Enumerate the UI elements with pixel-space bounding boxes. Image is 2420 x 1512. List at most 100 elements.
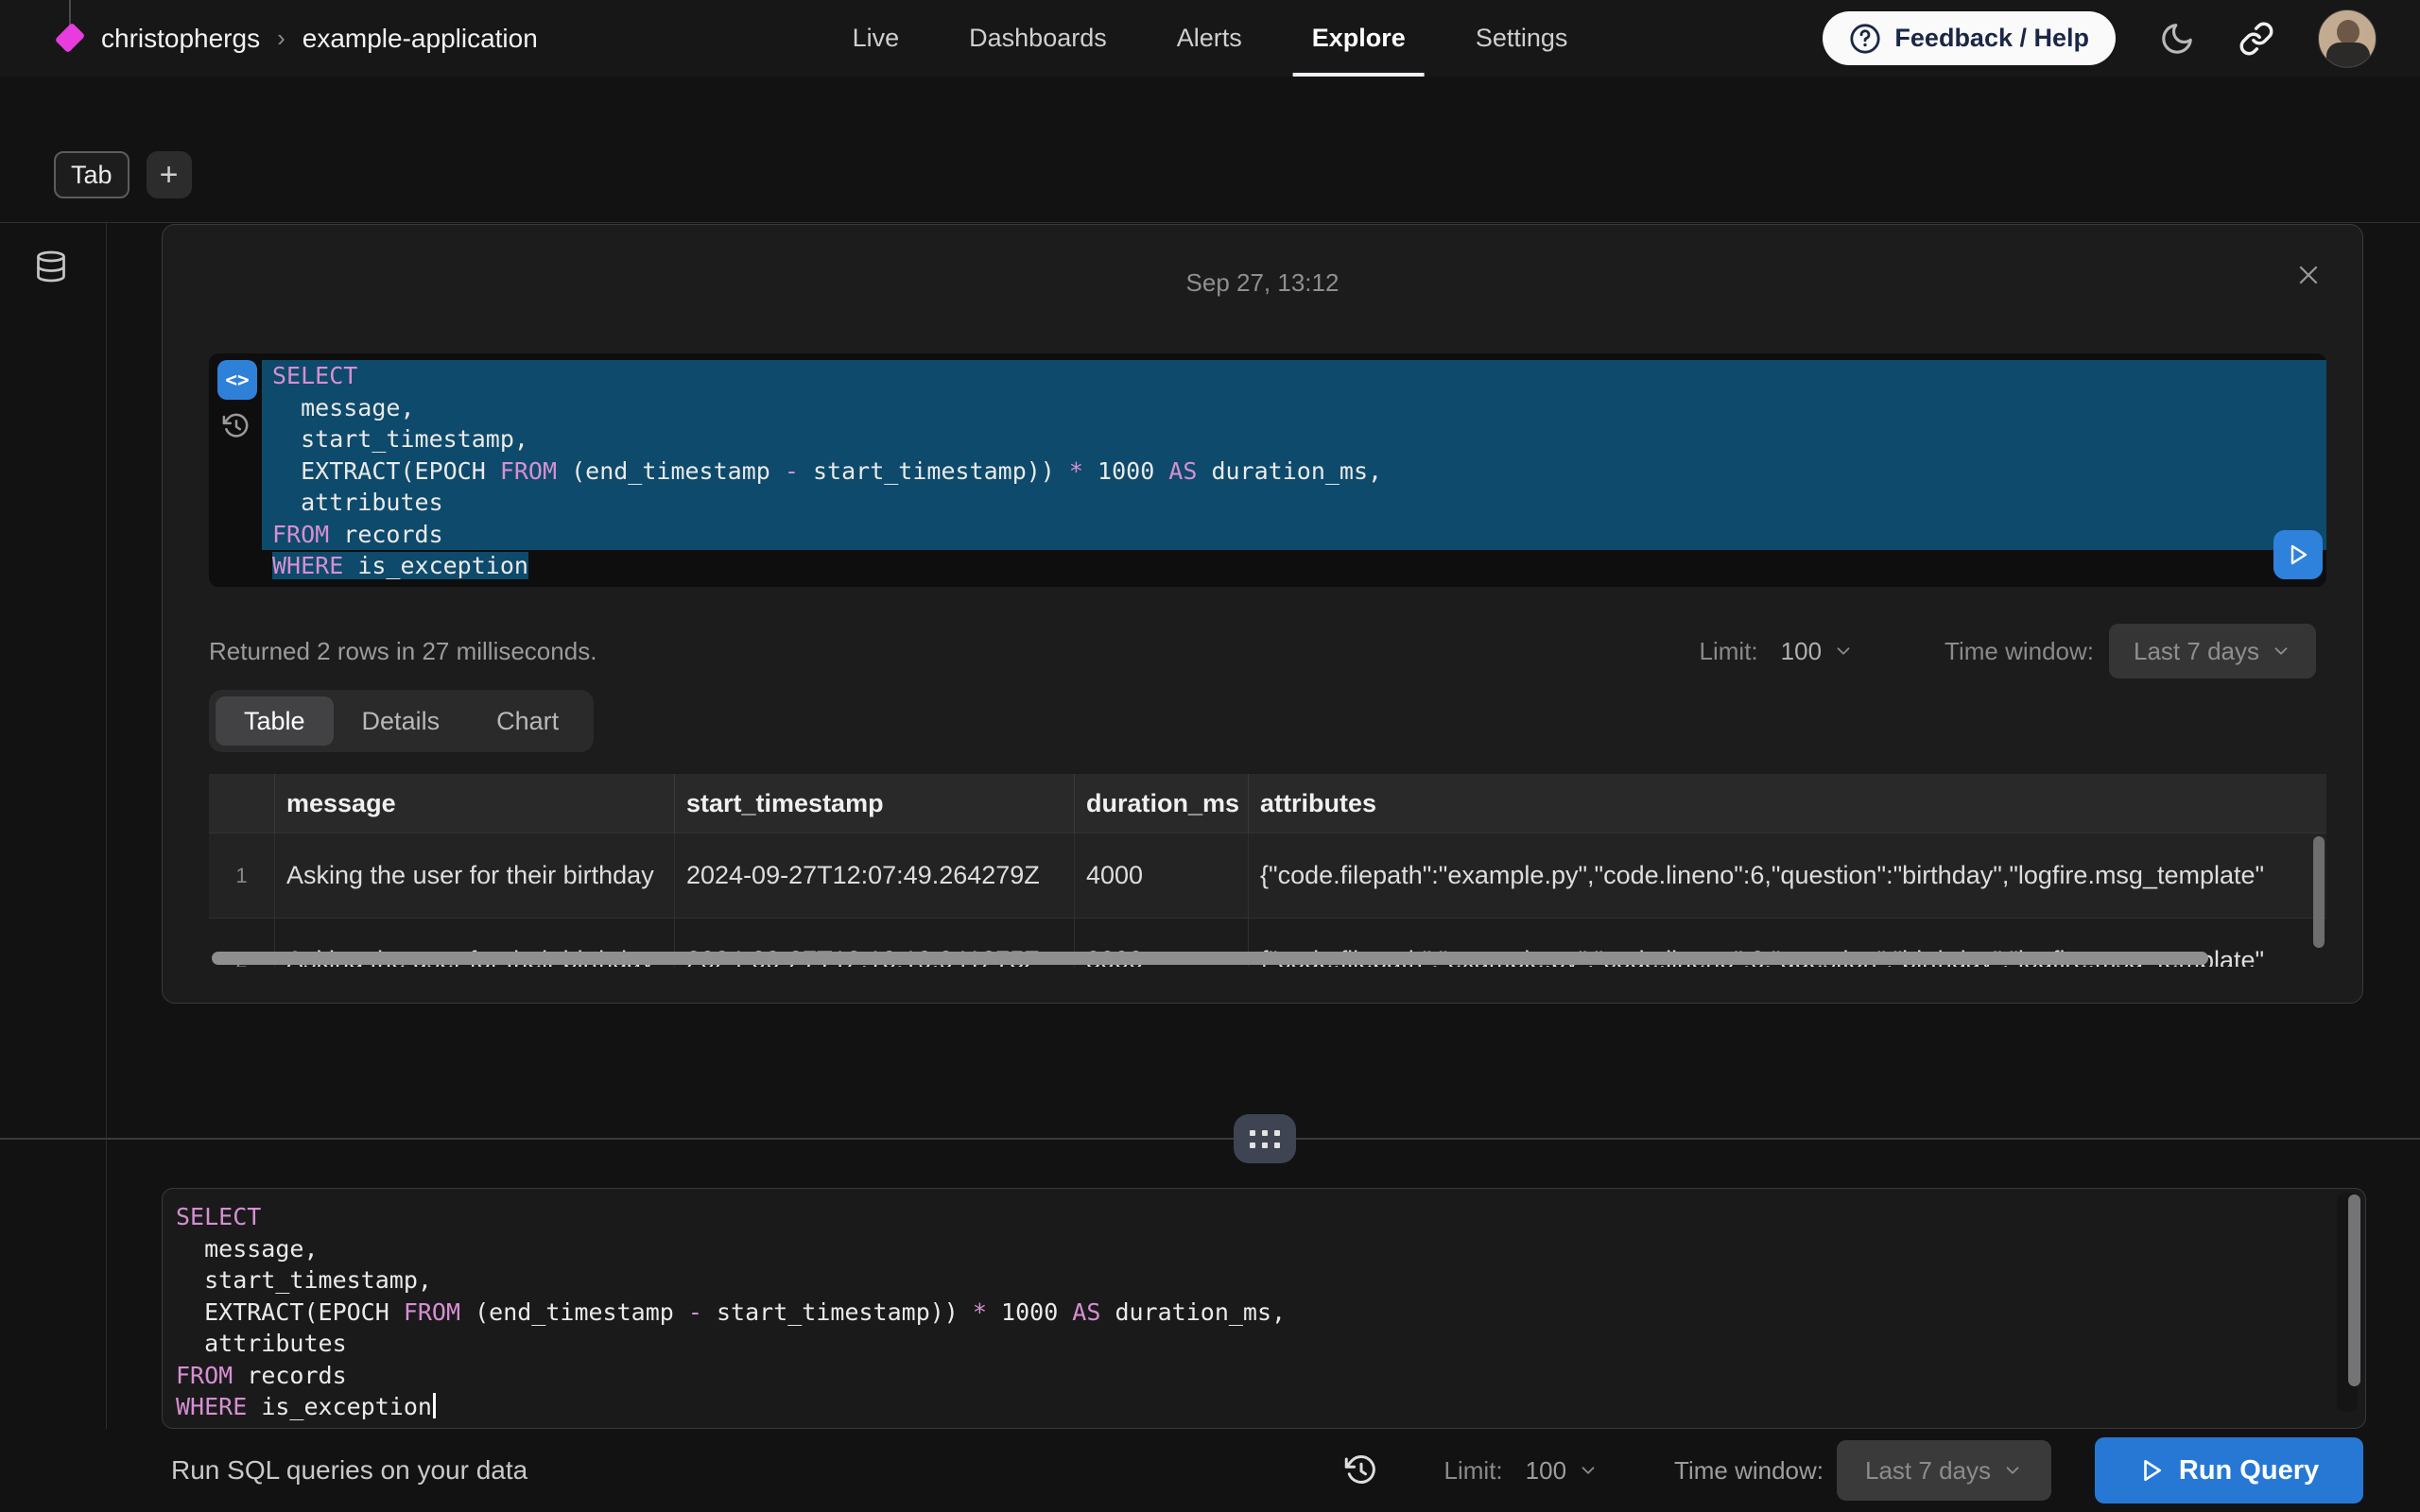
- table-vertical-scrollbar[interactable]: [2313, 836, 2325, 948]
- run-query-button[interactable]: Run Query: [2095, 1437, 2363, 1503]
- sql-line: SELECT: [262, 360, 2326, 392]
- panel-divider: [0, 1138, 2420, 1140]
- sql-line: attributes: [163, 1328, 2365, 1360]
- sql-line: FROM records: [262, 519, 2326, 551]
- query-tab[interactable]: Tab: [54, 151, 130, 198]
- bottom-action-bar: Run SQL queries on your data Limit: 100 …: [0, 1429, 2420, 1512]
- table-row[interactable]: 1Asking the user for their birthday2024-…: [209, 833, 2326, 918]
- top-actions: Feedback / Help: [1823, 0, 2377, 77]
- breadcrumb-project[interactable]: example-application: [302, 24, 538, 54]
- results-table: message start_timestamp duration_ms attr…: [209, 774, 2326, 967]
- sql-line: WHERE is_exception: [163, 1391, 2365, 1423]
- time-window-dropdown[interactable]: Last 7 days: [2109, 624, 2316, 679]
- nav-explore[interactable]: Explore: [1312, 0, 1406, 77]
- header-attributes[interactable]: attributes: [1249, 774, 2312, 833]
- sql-line: EXTRACT(EPOCH FROM (end_timestamp - star…: [262, 455, 2326, 488]
- header-row-number: [209, 774, 275, 833]
- link-icon: [2238, 21, 2274, 57]
- query-timestamp: Sep 27, 13:12: [163, 268, 2362, 298]
- sql-line: start_timestamp,: [163, 1264, 2365, 1297]
- sql-line: FROM records: [163, 1360, 2365, 1392]
- play-icon: [2287, 543, 2309, 566]
- limit-label: Limit:: [1700, 637, 1758, 666]
- limit-dropdown[interactable]: 100: [1526, 1456, 1599, 1486]
- editor-vertical-scrollbar[interactable]: [2348, 1194, 2360, 1386]
- nav-live[interactable]: Live: [853, 0, 900, 77]
- nav-dashboards[interactable]: Dashboards: [969, 0, 1107, 77]
- sql-line: message,: [262, 392, 2326, 424]
- feedback-help-label: Feedback / Help: [1894, 24, 2089, 53]
- help-circle-icon: [1849, 23, 1881, 55]
- horizontal-scrollbar[interactable]: [212, 952, 2208, 965]
- nav-alerts[interactable]: Alerts: [1177, 0, 1242, 77]
- main-nav: Live Dashboards Alerts Explore Settings: [853, 0, 1568, 77]
- limit-label: Limit:: [1444, 1456, 1503, 1486]
- editor-hint: Run SQL queries on your data: [171, 1455, 527, 1486]
- history-sql-block: <> SELECT message, start_timestamp, EXTR…: [209, 353, 2326, 587]
- breadcrumb-separator-icon: ›: [275, 24, 287, 53]
- cell-duration_ms: 4000: [1075, 833, 1249, 918]
- moon-icon: [2159, 21, 2195, 57]
- schema-browser-button[interactable]: [34, 248, 68, 285]
- header-start-timestamp[interactable]: start_timestamp: [675, 774, 1075, 833]
- time-window-label: Time window:: [1674, 1456, 1824, 1486]
- sql-line: SELECT: [163, 1201, 2365, 1233]
- drag-dots-icon: [1250, 1130, 1280, 1148]
- database-icon: [34, 248, 68, 285]
- close-card-button[interactable]: [2296, 263, 2321, 287]
- explore-page: christophergs › example-application Live…: [0, 0, 2420, 1512]
- chevron-down-icon: [1578, 1460, 1599, 1481]
- add-tab-button[interactable]: +: [147, 151, 192, 198]
- tab-chart[interactable]: Chart: [468, 696, 587, 746]
- panel-resize-handle[interactable]: [1234, 1114, 1296, 1163]
- user-avatar[interactable]: [2318, 9, 2377, 68]
- sql-line: attributes: [262, 487, 2326, 519]
- tab-details[interactable]: Details: [334, 696, 469, 746]
- time-window-dropdown[interactable]: Last 7 days: [1837, 1440, 2051, 1501]
- breadcrumb: christophergs › example-application: [54, 0, 538, 77]
- query-tab-strip: Tab +: [54, 151, 192, 198]
- left-sidebar: [0, 223, 107, 1429]
- chevron-down-icon: [1833, 641, 1854, 662]
- query-history-button[interactable]: [222, 412, 251, 440]
- history-sql-code[interactable]: SELECT message, start_timestamp, EXTRACT…: [262, 353, 2326, 587]
- table-header-row: message start_timestamp duration_ms attr…: [209, 774, 2326, 833]
- nav-settings[interactable]: Settings: [1476, 0, 1568, 77]
- rerun-query-button[interactable]: [2273, 530, 2323, 579]
- breadcrumb-org[interactable]: christophergs: [101, 24, 260, 54]
- limit-dropdown[interactable]: 100: [1781, 637, 1854, 666]
- editor-sql-code: SELECT message, start_timestamp, EXTRACT…: [163, 1201, 2365, 1423]
- text-cursor: [433, 1393, 436, 1418]
- close-icon: [2296, 263, 2321, 287]
- sql-line: EXTRACT(EPOCH FROM (end_timestamp - star…: [163, 1297, 2365, 1329]
- content-top-divider: [0, 222, 2420, 223]
- history-icon: [1344, 1453, 1378, 1487]
- result-status: Returned 2 rows in 27 milliseconds.: [209, 637, 596, 666]
- cell-message: Asking the user for their birthday: [275, 833, 675, 918]
- tab-table[interactable]: Table: [216, 696, 334, 746]
- result-status-row: Returned 2 rows in 27 milliseconds. Limi…: [209, 624, 2316, 679]
- time-window-label: Time window:: [1945, 637, 2094, 666]
- top-nav-bar: christophergs › example-application Live…: [0, 0, 2420, 77]
- sql-line: message,: [163, 1233, 2365, 1265]
- run-query-label: Run Query: [2179, 1455, 2319, 1486]
- cell-start_timestamp: 2024-09-27T12:07:49.264279Z: [675, 833, 1075, 918]
- share-link-button[interactable]: [2238, 21, 2274, 57]
- result-view-tabs: Table Details Chart: [209, 690, 594, 752]
- sql-mode-button[interactable]: <>: [217, 360, 257, 400]
- history-button[interactable]: [1344, 1453, 1378, 1487]
- logfire-logo-icon[interactable]: [54, 0, 86, 77]
- sql-line: start_timestamp,: [262, 423, 2326, 455]
- chevron-down-icon: [2271, 641, 2291, 662]
- sql-editor[interactable]: SELECT message, start_timestamp, EXTRACT…: [162, 1188, 2366, 1429]
- chevron-down-icon: [2002, 1460, 2023, 1481]
- query-history-card: Sep 27, 13:12 <> SELECT message, start_t…: [162, 224, 2363, 1004]
- cell-attributes: {"code.filepath":"example.py","code.line…: [1249, 833, 2312, 918]
- history-icon: [222, 412, 251, 440]
- code-gutter: <>: [209, 353, 262, 587]
- sql-line: WHERE is_exception: [262, 550, 2326, 582]
- header-message[interactable]: message: [275, 774, 675, 833]
- header-duration-ms[interactable]: duration_ms: [1075, 774, 1249, 833]
- theme-toggle-button[interactable]: [2159, 21, 2195, 57]
- feedback-help-button[interactable]: Feedback / Help: [1823, 11, 2116, 65]
